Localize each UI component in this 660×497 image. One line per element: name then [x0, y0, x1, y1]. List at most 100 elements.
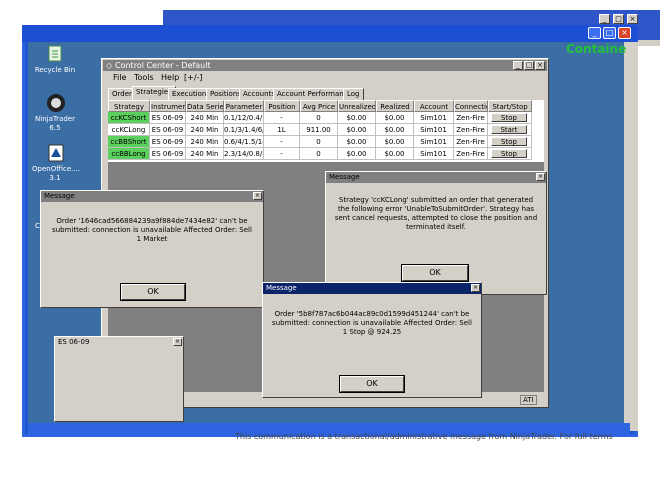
maximize-icon[interactable]: □ [524, 61, 534, 70]
dialog-title: Message [326, 172, 546, 183]
menu-toggle[interactable]: [+/-] [184, 73, 203, 82]
table-cell: $0.00 [338, 124, 376, 136]
minimize-icon[interactable]: _ [599, 14, 610, 24]
table-cell: Sim101 [414, 112, 454, 124]
menu-tools[interactable]: Tools [134, 73, 154, 82]
desktop-icon-label: OpenOffice.... 3.1 [32, 165, 81, 182]
container-label: Containe [566, 42, 627, 56]
column-header[interactable]: Strategy [108, 100, 150, 112]
table-cell: ES 06-09 [150, 148, 186, 160]
desktop-icon-label: Recycle Bin [34, 66, 76, 74]
table-cell: ccKCLong [108, 124, 150, 136]
table-cell: ES 06-09 [150, 124, 186, 136]
column-header[interactable]: Avg Price [300, 100, 338, 112]
table-cell: ES 06-09 [150, 112, 186, 124]
table-cell: Zen-Fire [454, 124, 488, 136]
table-cell: $0.00 [376, 112, 414, 124]
ok-button[interactable]: OK [401, 264, 469, 282]
close-icon[interactable]: × [253, 192, 262, 200]
column-header[interactable]: Parameter [224, 100, 264, 112]
scrollbar[interactable] [624, 42, 638, 431]
minimize-icon[interactable]: _ [588, 27, 601, 39]
close-icon[interactable]: × [535, 61, 545, 70]
table-cell: ccBBShort [108, 136, 150, 148]
table-cell: 240 Min [186, 124, 224, 136]
table-cell: Sim101 [414, 136, 454, 148]
start-stop-button[interactable]: Stop [488, 148, 532, 160]
start-stop-button[interactable]: Stop [488, 136, 532, 148]
start-stop-label[interactable]: Stop [491, 113, 527, 122]
dialog-title: Message [263, 283, 481, 294]
close-icon[interactable]: × [536, 173, 545, 181]
ok-button[interactable]: OK [339, 375, 405, 393]
table-cell: Zen-Fire [454, 112, 488, 124]
table-cell: 0 [300, 148, 338, 160]
table-cell: 240 Min [186, 136, 224, 148]
table-cell: $0.00 [376, 124, 414, 136]
table-cell: 0.6/4/1.5/14 [224, 136, 264, 148]
message-dialog-right: Message × Strategy 'ccKCLong' submitted … [325, 171, 547, 295]
strategies-grid: Strategy Instrument Data Serie Parameter Pos… [108, 100, 544, 162]
start-stop-label[interactable]: Stop [491, 149, 527, 158]
menu-file[interactable]: File [113, 73, 126, 82]
column-header[interactable]: Position [264, 100, 300, 112]
table-cell: 240 Min [186, 148, 224, 160]
status-badge: ATI [520, 395, 537, 405]
table-cell: Zen-Fire [454, 148, 488, 160]
column-header[interactable]: Account [414, 100, 454, 112]
ninjatrader-icon[interactable] [46, 93, 66, 113]
dialog-message: Order '1646cad566884239a9f884de7434e82' … [52, 217, 252, 243]
column-header[interactable]: Connectio [454, 100, 488, 112]
remote-desktop-titlebar [22, 25, 638, 42]
maximize-icon[interactable]: □ [613, 14, 624, 24]
column-header[interactable]: Instrument [150, 100, 186, 112]
window-title: Control Center - Default [103, 60, 547, 71]
table-cell: $0.00 [376, 136, 414, 148]
column-header[interactable]: Unrealized [338, 100, 376, 112]
table-cell: 1L [264, 124, 300, 136]
start-stop-button[interactable]: Start [488, 124, 532, 136]
table-cell: $0.00 [338, 112, 376, 124]
chart-window: ES 06-09 × [54, 336, 184, 422]
start-stop-button[interactable]: Stop [488, 112, 532, 124]
close-icon[interactable]: × [627, 14, 638, 24]
minimize-icon[interactable]: _ [513, 61, 523, 70]
dialog-message: Order '5b8f787ac6b044ac89c0d1599d451244'… [272, 310, 472, 336]
menu-help[interactable]: Help [161, 73, 179, 82]
message-dialog-left: Message × Order '1646cad566884239a9f884d… [40, 190, 264, 308]
maximize-icon[interactable]: □ [603, 27, 616, 39]
table-cell: ccKCShort [108, 112, 150, 124]
table-cell: 911.00 [300, 124, 338, 136]
table-cell: Sim101 [414, 124, 454, 136]
ok-button[interactable]: OK [120, 283, 186, 301]
openoffice-icon[interactable] [46, 143, 66, 163]
close-icon[interactable]: × [618, 27, 631, 39]
start-stop-label[interactable]: Stop [491, 137, 527, 146]
column-header[interactable]: Start/Stop [488, 100, 532, 112]
close-icon[interactable]: × [173, 338, 182, 346]
table-cell: 0 [300, 112, 338, 124]
table-cell: $0.00 [338, 136, 376, 148]
column-header[interactable]: Data Serie [186, 100, 224, 112]
table-cell: 0.1/12/0.4/7 [224, 112, 264, 124]
recycle-bin-icon[interactable] [45, 43, 65, 63]
table-cell: 240 Min [186, 112, 224, 124]
desktop-icon-label: NinjaTrader 6.5 [35, 115, 75, 132]
table-cell: ccBBLong [108, 148, 150, 160]
table-cell: Sim101 [414, 148, 454, 160]
table-cell: - [264, 136, 300, 148]
column-header[interactable]: Realized [376, 100, 414, 112]
close-icon[interactable]: × [471, 284, 480, 292]
table-cell: $0.00 [376, 148, 414, 160]
dialog-message: Strategy 'ccKCLong' submitted an order t… [334, 196, 538, 231]
table-cell: - [264, 148, 300, 160]
app-icon: ◇ [106, 61, 113, 70]
table-cell: 0 [300, 136, 338, 148]
tab-log[interactable]: Log [343, 88, 364, 100]
dialog-title: Message [41, 191, 263, 202]
table-cell: 0.1/3/1.4/6/ [224, 124, 264, 136]
table-cell: 2.3/14/0.8/8 [224, 148, 264, 160]
start-stop-label[interactable]: Start [491, 125, 527, 134]
table-cell: ES 06-09 [150, 136, 186, 148]
footer-text: This communication is a transactional/ad… [235, 432, 613, 441]
